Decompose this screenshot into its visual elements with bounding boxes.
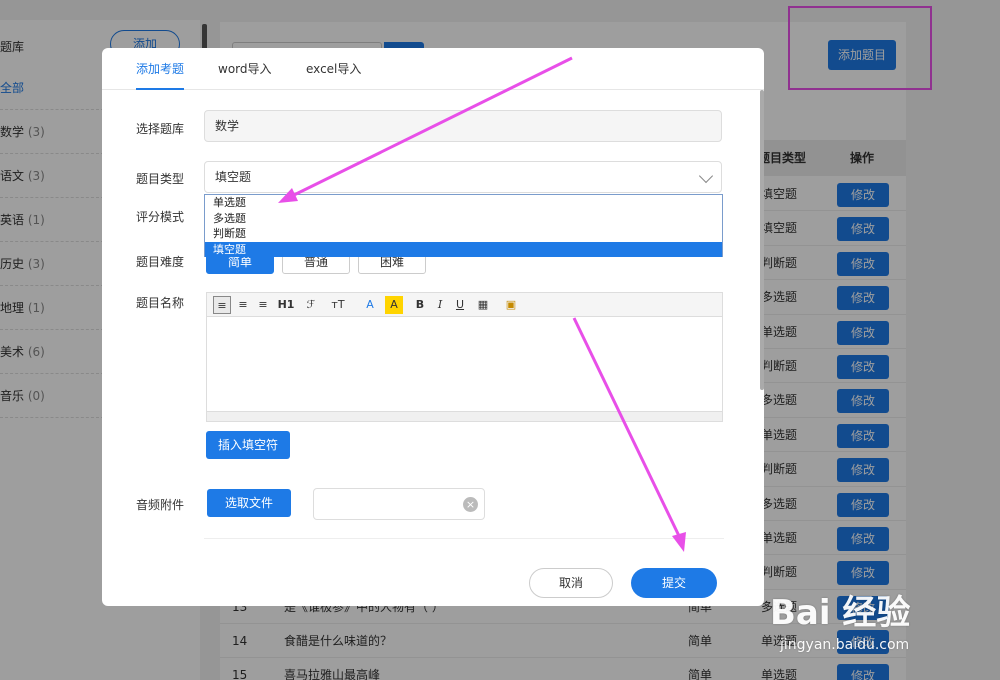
audio-label: 音频附件 bbox=[136, 498, 185, 512]
image-icon[interactable]: ▣ bbox=[503, 296, 519, 314]
align-center-icon[interactable]: ≡ bbox=[235, 296, 251, 314]
dialog-scrollbar[interactable] bbox=[760, 90, 764, 390]
watermark-url: jingyan.baidu.com bbox=[780, 637, 910, 653]
footer-divider bbox=[204, 538, 724, 539]
chevron-down-icon[interactable] bbox=[698, 168, 714, 184]
bold-button[interactable]: B bbox=[413, 296, 427, 314]
tab-word-import[interactable]: word导入 bbox=[218, 48, 272, 90]
cancel-button[interactable]: 取消 bbox=[529, 568, 613, 598]
name-label: 题目名称 bbox=[136, 296, 185, 310]
heading-button[interactable]: H1 bbox=[275, 296, 297, 314]
type-label: 题目类型 bbox=[136, 172, 185, 186]
editor-footer bbox=[207, 411, 722, 421]
add-question-dialog: 添加考题 word导入 excel导入 选择题库 数学 题目类型 填空题 单选题… bbox=[102, 48, 764, 606]
tab-excel-import[interactable]: excel导入 bbox=[306, 48, 361, 90]
type-option-fill-blank[interactable]: 填空题 bbox=[205, 241, 722, 257]
bank-label: 选择题库 bbox=[136, 122, 185, 136]
clear-icon[interactable]: × bbox=[463, 497, 478, 512]
type-select-value: 填空题 bbox=[215, 170, 252, 184]
editor-content-area[interactable] bbox=[207, 317, 722, 411]
font-color-icon[interactable]: A bbox=[361, 296, 379, 314]
dialog-tabs: 添加考题 word导入 excel导入 bbox=[102, 48, 764, 90]
type-option-judge[interactable]: 判断题 bbox=[205, 226, 722, 242]
baidu-watermark: Bai 经验 jingyan.baidu.com bbox=[770, 585, 990, 675]
align-right-icon[interactable]: ≡ bbox=[255, 296, 271, 314]
type-select[interactable]: 填空题 bbox=[204, 161, 722, 193]
insert-blank-button[interactable]: 插入填空符 bbox=[206, 431, 290, 459]
watermark-brand: Bai 经验 bbox=[770, 593, 911, 633]
file-name-input[interactable]: × bbox=[313, 488, 485, 520]
italic-button[interactable]: I bbox=[433, 296, 447, 314]
type-dropdown: 单选题 多选题 判断题 填空题 bbox=[204, 194, 723, 257]
underline-button[interactable]: U bbox=[453, 296, 467, 314]
difficulty-label: 题目难度 bbox=[136, 255, 185, 269]
scoring-label: 评分模式 bbox=[136, 210, 185, 224]
font-size-button[interactable]: тT bbox=[327, 296, 349, 314]
submit-button[interactable]: 提交 bbox=[631, 568, 717, 598]
font-family-button[interactable]: ℱ bbox=[301, 296, 321, 314]
table-icon[interactable]: ▦ bbox=[475, 296, 491, 314]
choose-file-button[interactable]: 选取文件 bbox=[207, 489, 291, 517]
bank-select[interactable]: 数学 bbox=[204, 110, 722, 142]
rich-text-editor: ≡ ≡ ≡ H1 ℱ тT A A B I U ▦ ▣ bbox=[206, 292, 723, 422]
editor-toolbar: ≡ ≡ ≡ H1 ℱ тT A A B I U ▦ ▣ bbox=[207, 293, 722, 317]
align-left-icon[interactable]: ≡ bbox=[213, 296, 231, 314]
tab-add-question[interactable]: 添加考题 bbox=[136, 48, 185, 90]
type-option-single[interactable]: 单选题 bbox=[205, 195, 722, 211]
highlight-color-icon[interactable]: A bbox=[385, 296, 403, 314]
type-option-multiple[interactable]: 多选题 bbox=[205, 211, 722, 227]
